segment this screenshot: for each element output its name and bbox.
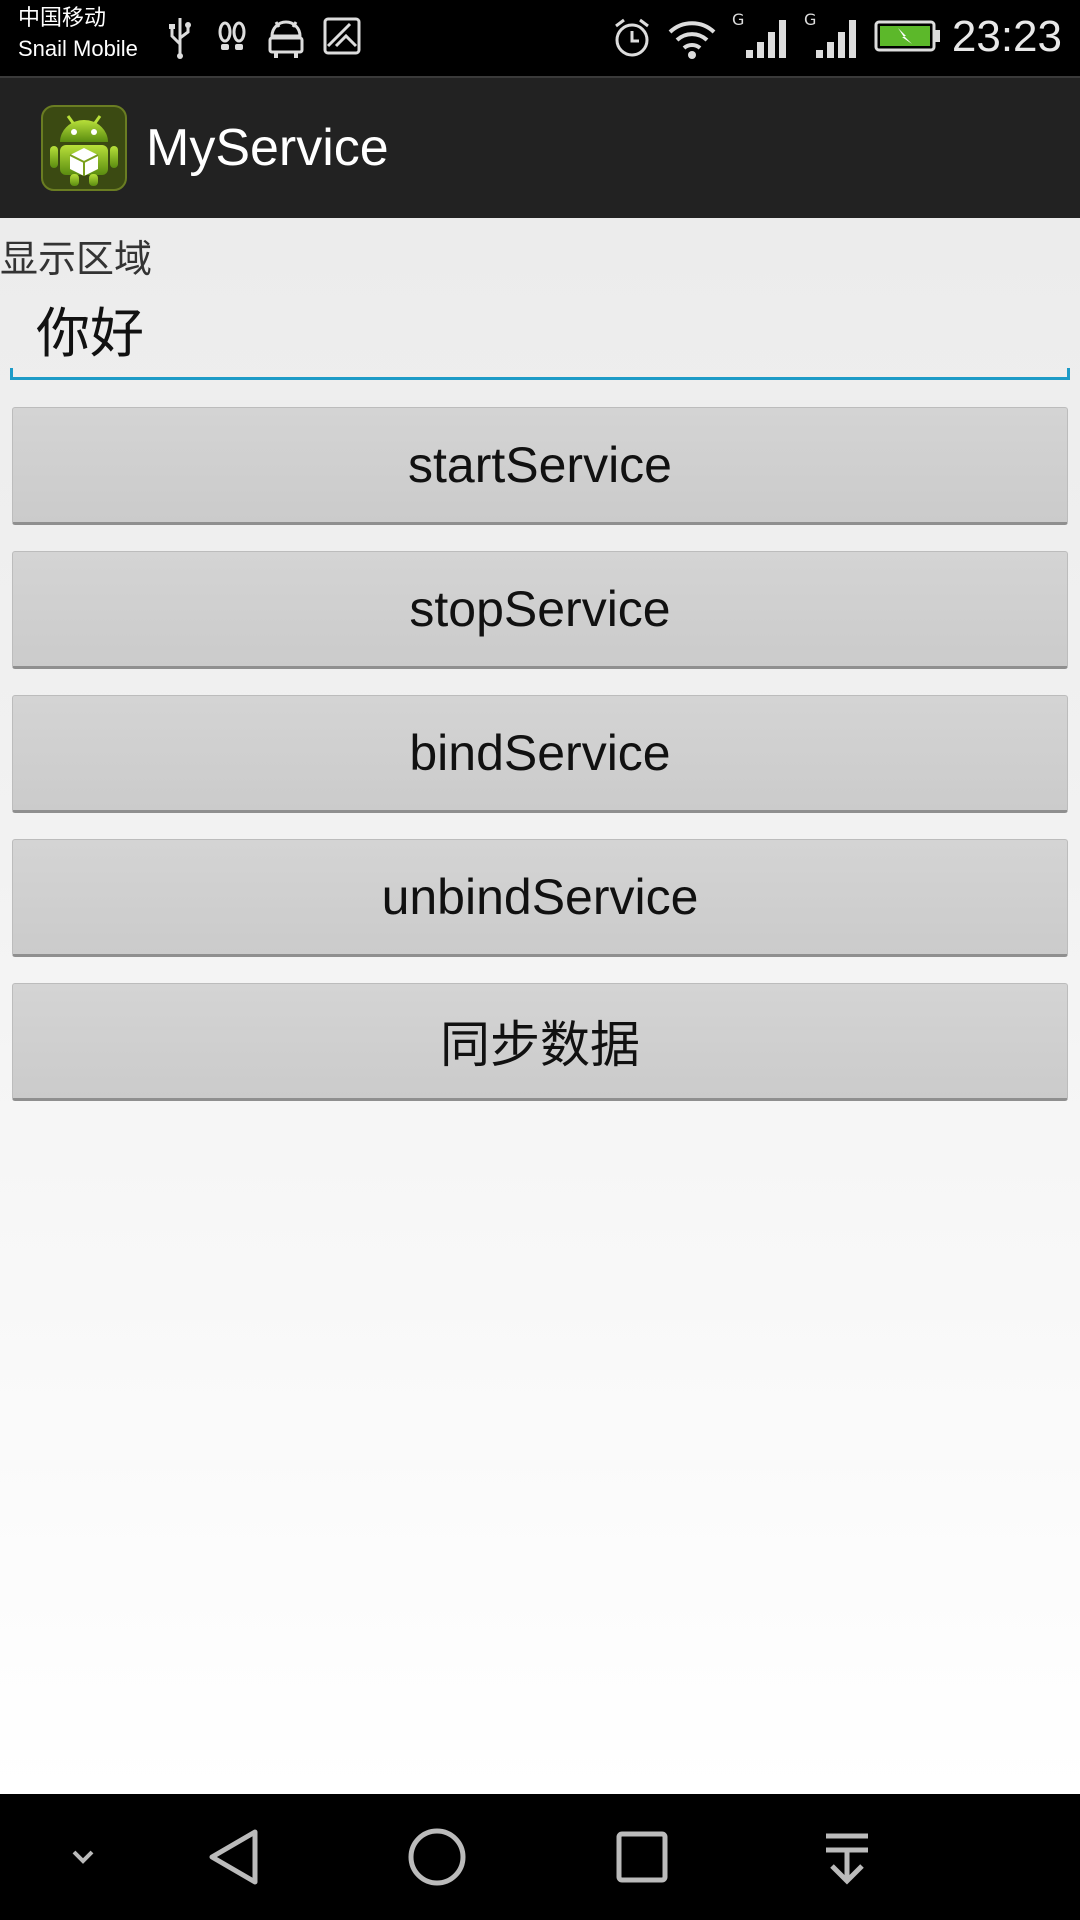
display-area-label: 显示区域 (0, 237, 153, 281)
carrier-name-secondary: Snail Mobile (18, 36, 138, 61)
start-service-button[interactable]: startService (12, 407, 1068, 525)
network-type-label: G (732, 10, 745, 29)
display-text-field[interactable]: 你好 (10, 288, 1070, 380)
chevron-down-icon[interactable] (48, 1822, 118, 1892)
main-content: 显示区域 你好 startService stopService bindSer… (0, 218, 1080, 1794)
status-bar: 中国移动 Snail Mobile G G 23:23 (0, 0, 1080, 76)
display-text-value: 你好 (36, 302, 144, 365)
recents-icon[interactable] (607, 1822, 677, 1892)
action-bar: MyService (0, 76, 1080, 218)
alarm-icon (615, 18, 649, 57)
bind-service-button[interactable]: bindService (12, 695, 1068, 813)
android-icon (268, 20, 304, 58)
signal-icon (746, 20, 786, 58)
back-icon[interactable] (200, 1822, 270, 1892)
notification-pulldown-icon[interactable] (812, 1822, 882, 1892)
wifi-icon (668, 21, 716, 59)
battery-charging-icon (874, 20, 940, 52)
android-app-icon (41, 105, 127, 191)
text-field-tick-left (10, 368, 13, 380)
stop-service-button[interactable]: stopService (12, 551, 1068, 669)
status-clock: 23:23 (951, 12, 1062, 61)
text-field-underline (10, 377, 1070, 380)
text-field-tick-right (1067, 368, 1070, 380)
usb-icon (169, 18, 191, 59)
carrier-label: 中国移动 Snail Mobile (18, 4, 138, 64)
carrier-name: 中国移动 (18, 6, 107, 31)
image-icon (323, 17, 361, 55)
app-title: MyService (146, 119, 389, 177)
unbind-service-button[interactable]: unbindService (12, 839, 1068, 957)
home-icon[interactable] (402, 1822, 472, 1892)
signal-icon (816, 20, 856, 58)
sync-data-button[interactable]: 同步数据 (12, 983, 1068, 1101)
navigation-bar (0, 1794, 1080, 1920)
footprints-icon (218, 21, 246, 50)
